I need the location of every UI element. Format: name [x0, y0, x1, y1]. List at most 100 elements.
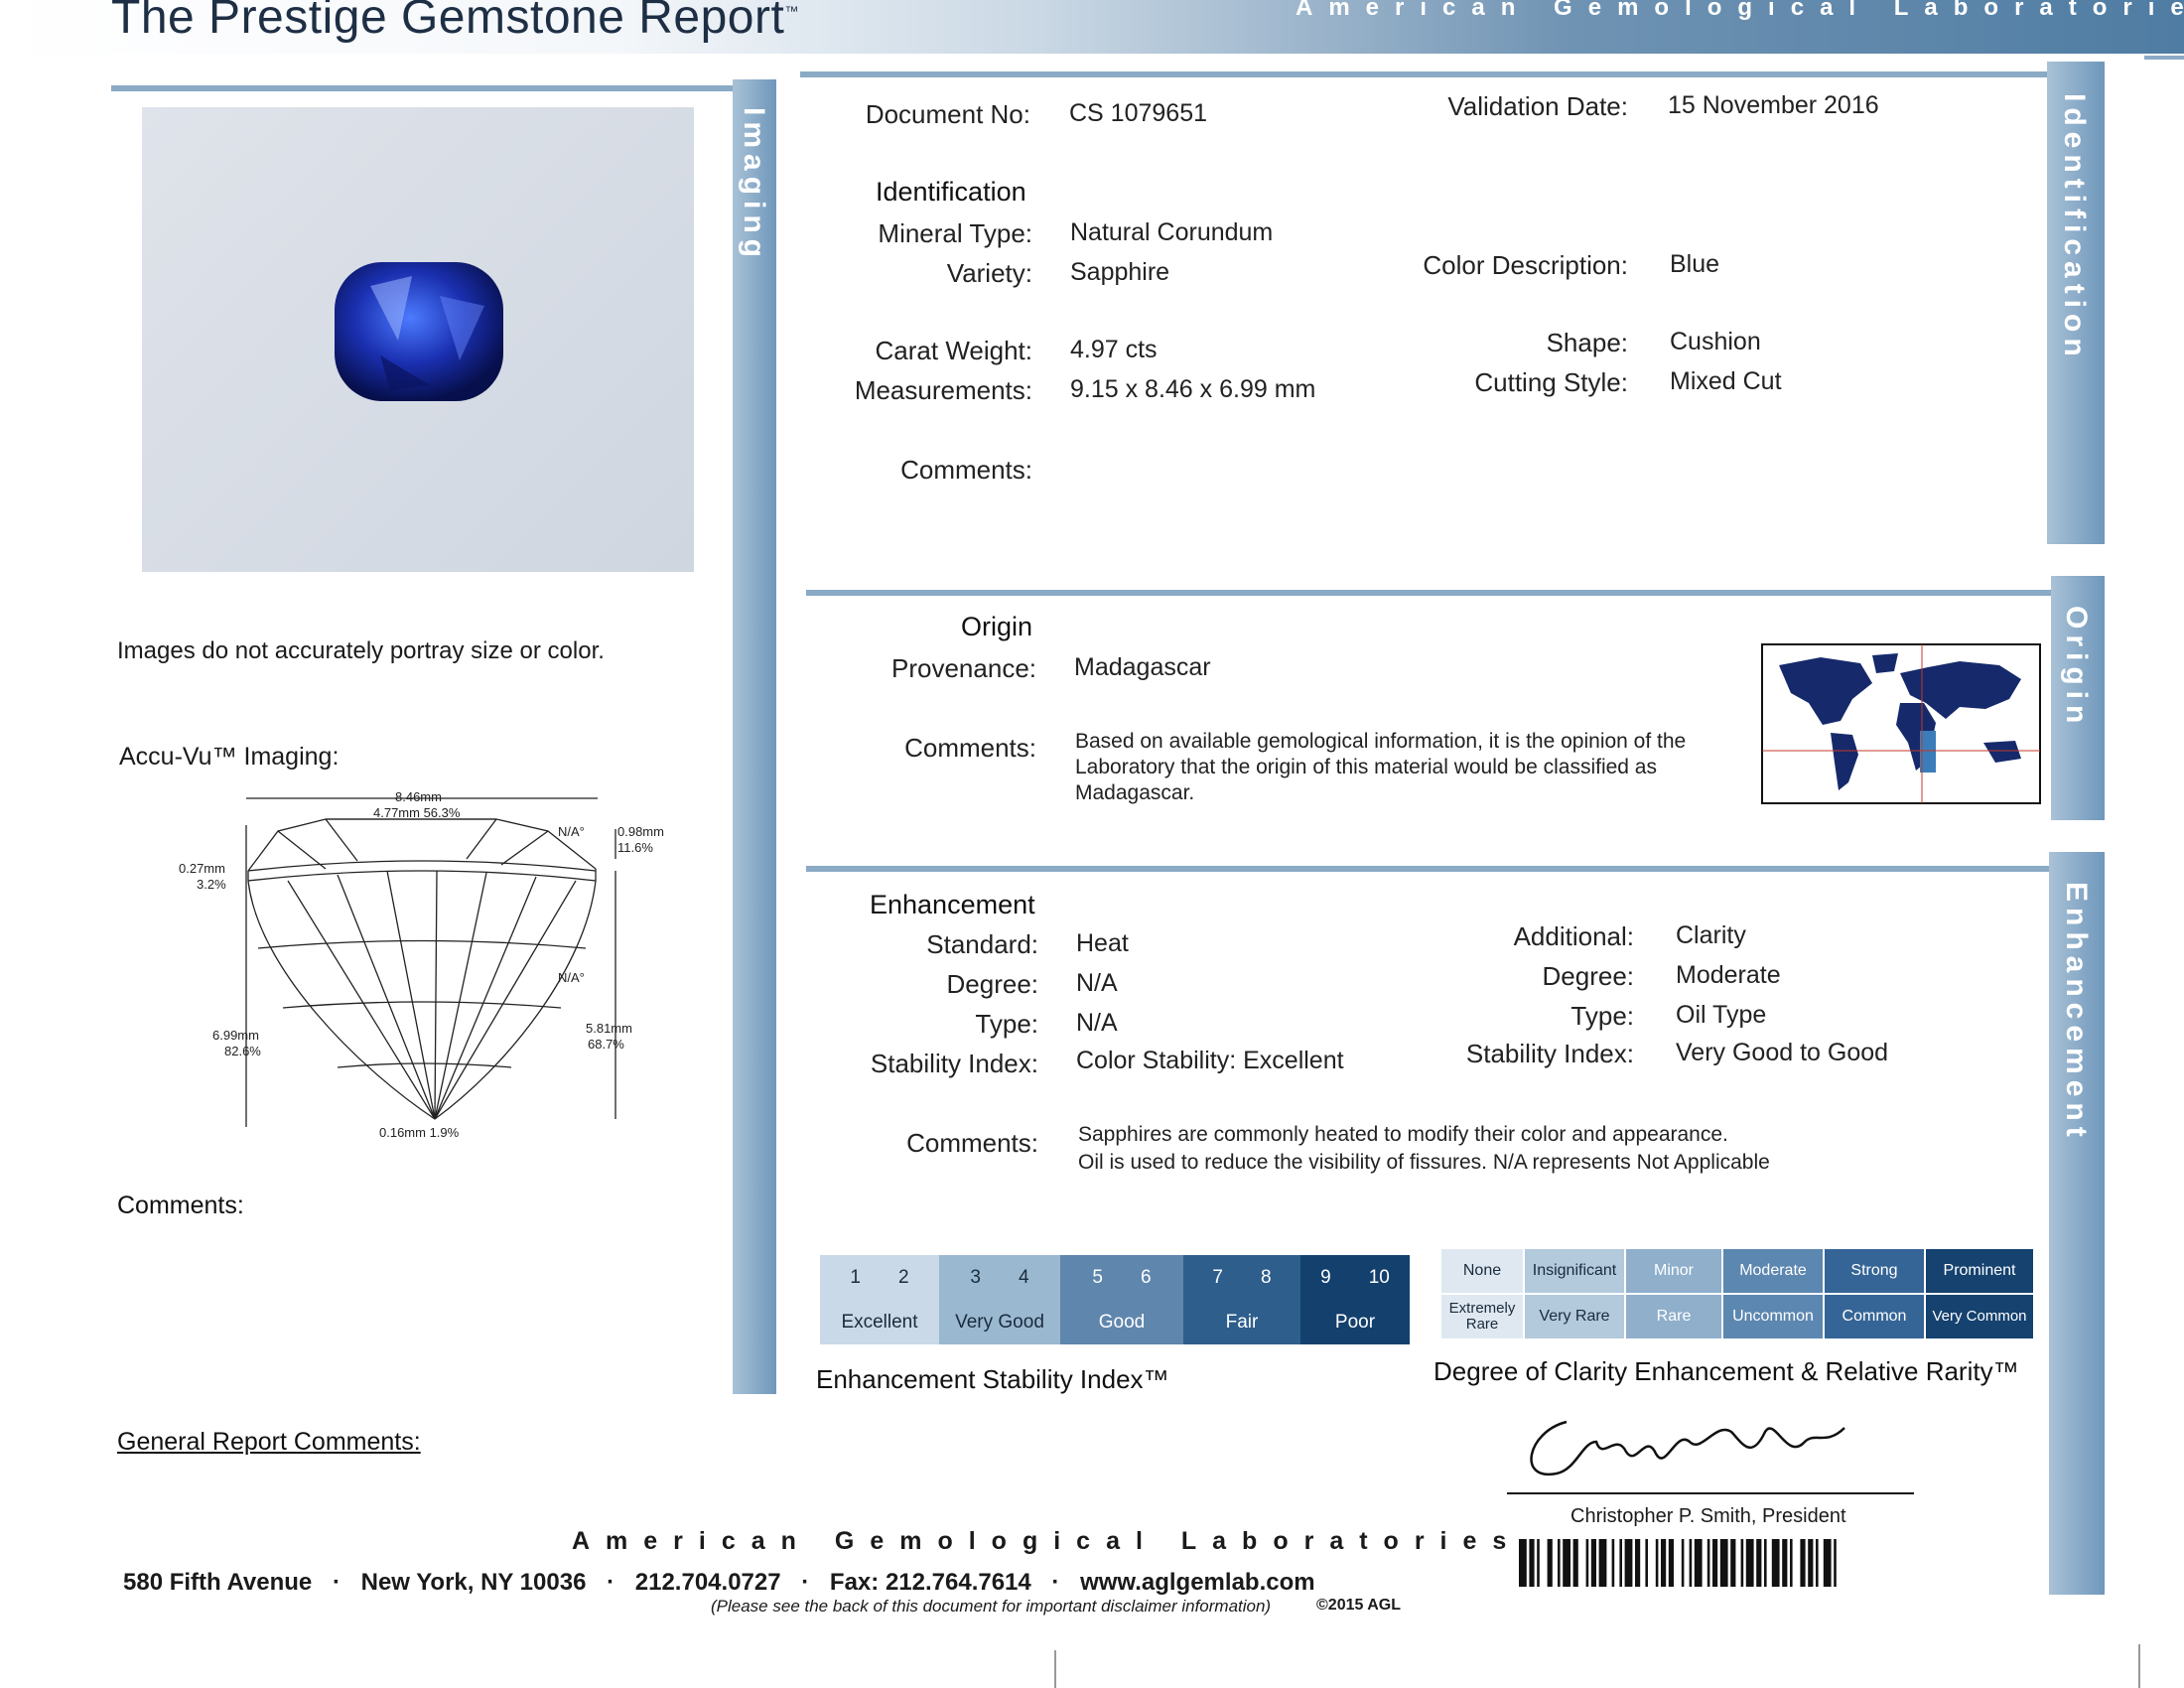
- color-description-label: Color Description:: [1423, 250, 1628, 280]
- girdle-mm: 0.27mm: [179, 861, 225, 876]
- accu-vu-label: Accu-Vu™ Imaging:: [119, 743, 340, 771]
- imaging-rule: [111, 85, 743, 91]
- additional-degree-value: Moderate: [1676, 961, 1781, 989]
- crown-height-pct: 11.6%: [617, 840, 653, 855]
- depth-pct: 82.6%: [224, 1044, 261, 1058]
- grade-fair: Fair: [1183, 1301, 1300, 1344]
- enhancement-tab-label: Enhancement: [2060, 882, 2093, 1143]
- measurements-label: Measurements:: [854, 375, 1032, 405]
- shape-label: Shape:: [1546, 328, 1628, 357]
- provenance: Madagascar: [1074, 653, 1211, 681]
- clarity-insignificant: Insignificant: [1525, 1249, 1624, 1293]
- identification-rule: [800, 71, 2053, 77]
- type-value: N/A: [1076, 1009, 1118, 1037]
- cutting-style-label: Cutting Style:: [1474, 367, 1628, 397]
- pavilion-angle-label: N/A°: [558, 970, 585, 985]
- scale-block-5-6: 56: [1060, 1255, 1183, 1301]
- footer-lab-name: American Gemological Laboratories: [572, 1527, 1523, 1555]
- rarity-uncommon: Uncommon: [1723, 1295, 1823, 1338]
- origin-comments-label: Comments:: [904, 733, 1036, 763]
- additional-type-label: Type:: [1570, 1001, 1634, 1031]
- shape: Cushion: [1670, 328, 1761, 355]
- report-title: The Prestige Gemstone Report™: [111, 0, 799, 44]
- origin-tab-label: Origin: [2060, 606, 2093, 730]
- scale-block-3-4: 34: [939, 1255, 1060, 1301]
- scale-block-7-8: 78: [1183, 1255, 1300, 1301]
- table-label: 4.77mm 56.3%: [373, 805, 461, 820]
- grade-very-good: Very Good: [939, 1301, 1060, 1344]
- additional-label: Additional:: [1513, 921, 1634, 951]
- footer-disclaimer: (Please see the back of this document fo…: [711, 1597, 1272, 1616]
- carat-weight: 4.97 cts: [1070, 336, 1158, 363]
- grade-poor: Poor: [1300, 1301, 1410, 1344]
- width-label: 8.46mm: [395, 789, 442, 804]
- additional-value: Clarity: [1676, 921, 1746, 949]
- additional-degree-label: Degree:: [1542, 961, 1635, 991]
- footer-contact: 580 Fifth Avenue · New York, NY 10036 · …: [123, 1569, 1315, 1596]
- additional-stability-value: Very Good to Good: [1676, 1039, 1889, 1066]
- crown-height-mm: 0.98mm: [617, 824, 664, 839]
- identification-comments-label: Comments:: [900, 455, 1032, 485]
- degree-label: Degree:: [946, 969, 1039, 999]
- additional-type-value: Oil Type: [1676, 1001, 1767, 1029]
- standard-value: Heat: [1076, 929, 1129, 957]
- footer-city: New York, NY 10036: [360, 1569, 587, 1596]
- rarity-rare: Rare: [1626, 1295, 1721, 1338]
- cutting-style: Mixed Cut: [1670, 367, 1782, 395]
- enhancement-rule: [806, 866, 2051, 872]
- standard-label: Standard:: [926, 929, 1038, 959]
- clarity-strong: Strong: [1825, 1249, 1924, 1293]
- origin-title: Origin: [961, 612, 1033, 641]
- culet-label: 0.16mm 1.9%: [379, 1125, 460, 1140]
- fold-mark: [2138, 1644, 2140, 1688]
- clarity-prominent: Prominent: [1926, 1249, 2033, 1293]
- grade-good: Good: [1060, 1301, 1183, 1344]
- scale-block-9-10: 9 10: [1300, 1255, 1410, 1301]
- origin-comments: Based on available gemological informati…: [1075, 730, 1687, 804]
- footer-website[interactable]: www.aglgemlab.com: [1080, 1569, 1315, 1596]
- clarity-moderate: Moderate: [1723, 1249, 1823, 1293]
- grade-excellent: Excellent: [820, 1301, 939, 1344]
- crown-angle-label: N/A°: [558, 824, 585, 839]
- additional-stability-label: Stability Index:: [1465, 1039, 1634, 1068]
- world-map: [1761, 643, 2041, 804]
- identification-title: Identification: [876, 177, 1026, 207]
- imaging-comments-label: Comments:: [117, 1192, 244, 1219]
- color-description: Blue: [1670, 250, 1720, 278]
- degree-value: N/A: [1076, 969, 1118, 997]
- document-no: CS 1079651: [1069, 99, 1208, 127]
- imaging-tab-label: Imaging: [738, 107, 770, 264]
- stability-value: Color Stability: Excellent: [1076, 1047, 1344, 1074]
- enhancement-comments-label: Comments:: [906, 1128, 1038, 1158]
- rarity-common: Common: [1825, 1295, 1924, 1338]
- image-note: Images do not accurately portray size or…: [117, 637, 605, 664]
- variety: Sapphire: [1070, 258, 1170, 286]
- imaging-tab: [733, 79, 776, 1394]
- mineral-type-label: Mineral Type:: [878, 218, 1032, 248]
- document-no-label: Document No:: [865, 99, 1030, 129]
- header-lab-name: American Gemological Laboratories: [1296, 0, 2184, 21]
- footer-address: 580 Fifth Avenue: [123, 1569, 313, 1596]
- clarity-none: None: [1441, 1249, 1523, 1293]
- enhancement-comments-line2: Oil is used to reduce the visibility of …: [1078, 1151, 1770, 1174]
- rarity-very-rare: Very Rare: [1525, 1295, 1624, 1338]
- clarity-scale: None Insignificant Minor Moderate Strong…: [1441, 1249, 2033, 1340]
- provenance-label: Provenance:: [891, 653, 1036, 683]
- accu-vu-diagram: 8.46mm 4.77mm 56.3% N/A° 0.98mm 11.6% 0.…: [179, 789, 664, 1140]
- origin-rule: [806, 590, 2053, 596]
- signature: [1507, 1420, 1914, 1494]
- fold-mark: [2144, 56, 2184, 60]
- clarity-scale-title: Degree of Clarity Enhancement & Relative…: [1433, 1356, 2019, 1386]
- girdle-pct: 3.2%: [197, 877, 226, 892]
- footer-copyright: ©2015 AGL: [1316, 1597, 1402, 1614]
- signatory-name: Christopher P. Smith, President: [1570, 1505, 1846, 1527]
- scale-block-1-2: 12: [820, 1255, 939, 1301]
- footer-fax: Fax: 212.764.7614: [829, 1569, 1031, 1596]
- stability-scale: 12 34 56 78 9 10 Excellent Very Good Good…: [820, 1255, 1410, 1346]
- pavilion-depth-mm: 5.81mm: [586, 1021, 632, 1036]
- rarity-extremely-rare: Extremely Rare: [1441, 1295, 1523, 1338]
- carat-weight-label: Carat Weight:: [875, 336, 1032, 365]
- sapphire-image: [335, 262, 503, 401]
- type-label: Type:: [975, 1009, 1038, 1039]
- measurements: 9.15 x 8.46 x 6.99 mm: [1070, 375, 1316, 403]
